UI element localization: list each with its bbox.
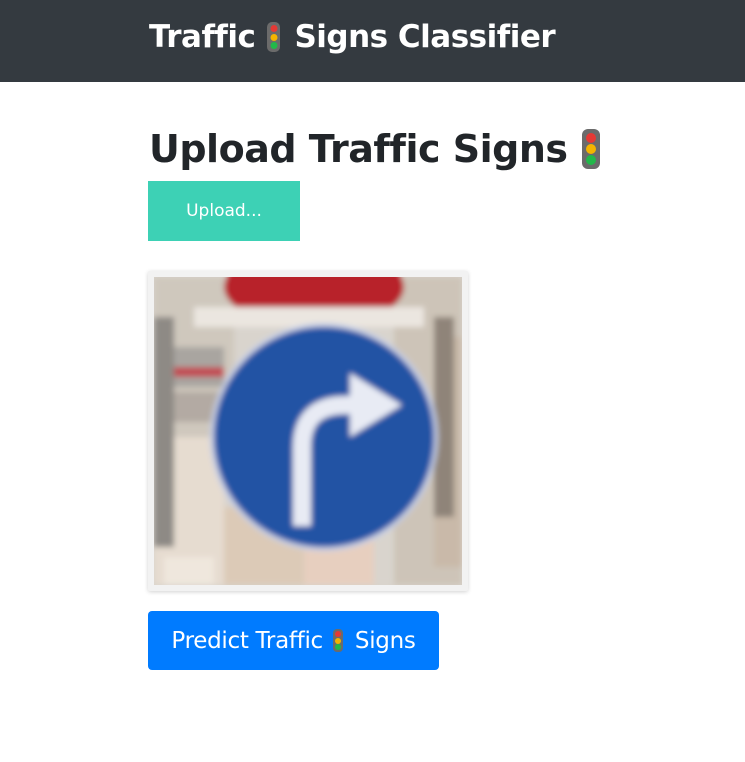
traffic-light-icon [332, 629, 343, 652]
brand-text-traffic: Traffic [149, 19, 256, 55]
image-preview-frame [148, 271, 468, 591]
predict-text-signs: Signs [354, 627, 416, 654]
upload-button[interactable]: Upload... [148, 181, 300, 241]
brand-text-signs-classifier: Signs Classifier [294, 19, 556, 55]
navbar: Traffic Signs Classifier [0, 0, 745, 82]
navbar-brand[interactable]: Traffic Signs Classifier [149, 14, 556, 60]
turn-right-sign-image [154, 277, 462, 585]
page-title: Upload Traffic Signs [149, 124, 600, 174]
predict-text-traffic: Predict Traffic [171, 627, 323, 654]
page-title-text: Upload Traffic Signs [149, 127, 568, 171]
traffic-light-icon [581, 129, 600, 169]
traffic-light-icon [267, 22, 281, 52]
predict-button[interactable]: Predict Traffic Signs [148, 611, 439, 670]
